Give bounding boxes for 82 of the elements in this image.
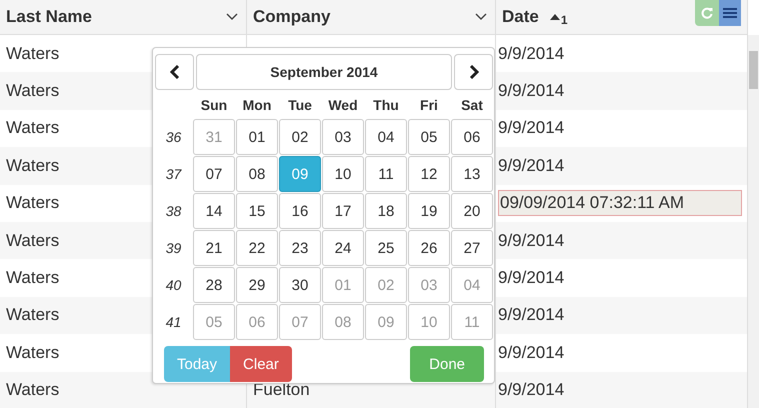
day-cell[interactable]: 28 <box>193 267 235 303</box>
day-cell[interactable]: 25 <box>365 230 407 266</box>
menu-button[interactable] <box>719 0 741 26</box>
day-cell[interactable]: 30 <box>279 267 321 303</box>
weekday-label: Sat <box>460 96 484 115</box>
previous-month-button[interactable] <box>155 54 194 90</box>
chevron-left-icon <box>170 65 180 79</box>
table-cell: 9/9/2014 <box>498 118 564 138</box>
table-cell: Waters <box>6 268 60 288</box>
day-cell[interactable]: 03 <box>322 119 364 155</box>
day-cell[interactable]: 21 <box>193 230 235 266</box>
week-number: 39 <box>164 239 182 258</box>
week-number: 40 <box>164 276 182 295</box>
day-cell[interactable]: 01 <box>236 119 278 155</box>
refresh-icon <box>700 6 714 20</box>
table-cell: 9/9/2014 <box>498 44 564 64</box>
day-cell[interactable]: 17 <box>322 193 364 229</box>
date-input-field[interactable]: 09/09/2014 07:32:11 AM <box>498 190 742 216</box>
column-title: Last Name <box>6 7 92 27</box>
action-button[interactable]: Clear <box>230 346 292 382</box>
weekday-label: Fri <box>419 96 439 115</box>
next-month-button[interactable] <box>454 54 493 90</box>
day-cell[interactable]: 13 <box>451 156 493 192</box>
table-cell: Fuelton <box>253 380 310 400</box>
sort-index: 1 <box>560 13 568 27</box>
table-cell: 9/9/2014 <box>498 268 564 288</box>
table-cell: Waters <box>6 44 60 64</box>
day-cell[interactable]: 11 <box>365 156 407 192</box>
day-cell[interactable]: 08 <box>236 156 278 192</box>
day-cell[interactable]: 15 <box>236 193 278 229</box>
table-cell: Waters <box>6 230 60 251</box>
scrollbar-thumb[interactable] <box>749 51 758 89</box>
day-cell[interactable]: 24 <box>322 230 364 266</box>
weekday-label: Tue <box>287 96 313 115</box>
menu-icon <box>722 6 738 20</box>
day-cell[interactable]: 14 <box>193 193 235 229</box>
day-cell[interactable]: 18 <box>365 193 407 229</box>
table-cell: 9/9/2014 <box>498 81 564 102</box>
column-header[interactable]: Last Name <box>0 0 247 34</box>
scrollbar[interactable] <box>748 35 759 408</box>
week-number: 41 <box>164 313 182 332</box>
day-cell[interactable]: 16 <box>279 193 321 229</box>
table-cell: Waters <box>6 380 60 400</box>
table-cell: Waters <box>6 156 60 176</box>
day-cell[interactable]: 02 <box>279 119 321 155</box>
day-cell[interactable]: 22 <box>236 230 278 266</box>
chevron-right-icon <box>468 65 478 79</box>
day-cell[interactable]: 10 <box>322 156 364 192</box>
column-title: Company <box>253 7 330 27</box>
day-cell[interactable]: 04 <box>365 119 407 155</box>
day-cell[interactable]: 23 <box>279 230 321 266</box>
day-cell[interactable]: 29 <box>236 267 278 303</box>
weekday-label: Mon <box>242 96 272 115</box>
weekday-label: Wed <box>327 96 359 115</box>
table-cell: Waters <box>6 342 60 363</box>
week-number: 36 <box>164 128 182 147</box>
week-number: 38 <box>164 202 182 221</box>
chevron-down-icon[interactable] <box>226 13 238 21</box>
day-cell[interactable]: 12 <box>408 156 450 192</box>
day-cell[interactable]: 07 <box>193 156 235 192</box>
table-cell: Waters <box>6 118 60 138</box>
table-cell: 9/9/2014 <box>498 342 564 363</box>
day-cell[interactable]: 27 <box>451 230 493 266</box>
table-cell: 9/9/2014 <box>498 305 564 326</box>
day-cell[interactable]: 20 <box>451 193 493 229</box>
week-number: 37 <box>164 165 183 184</box>
table-cell: Waters <box>6 81 60 102</box>
table-cell: Waters <box>6 305 60 326</box>
day-cell[interactable]: 19 <box>408 193 450 229</box>
column-title: Date <box>502 7 539 27</box>
table-cell: 9/9/2014 <box>498 380 564 400</box>
table-cell: Waters <box>6 193 60 214</box>
day-cell[interactable]: 05 <box>408 119 450 155</box>
day-cell[interactable]: 26 <box>408 230 450 266</box>
day-cell[interactable]: 06 <box>451 119 493 155</box>
chevron-down-icon[interactable] <box>475 13 487 21</box>
column-header[interactable]: Company <box>247 0 496 34</box>
month-title-button[interactable]: September 2014 <box>196 54 452 90</box>
weekday-label: Sun <box>200 96 228 115</box>
table-cell: 9/9/2014 <box>498 230 564 251</box>
weekday-label: Thu <box>372 96 400 115</box>
table-cell: 9/9/2014 <box>498 156 564 176</box>
